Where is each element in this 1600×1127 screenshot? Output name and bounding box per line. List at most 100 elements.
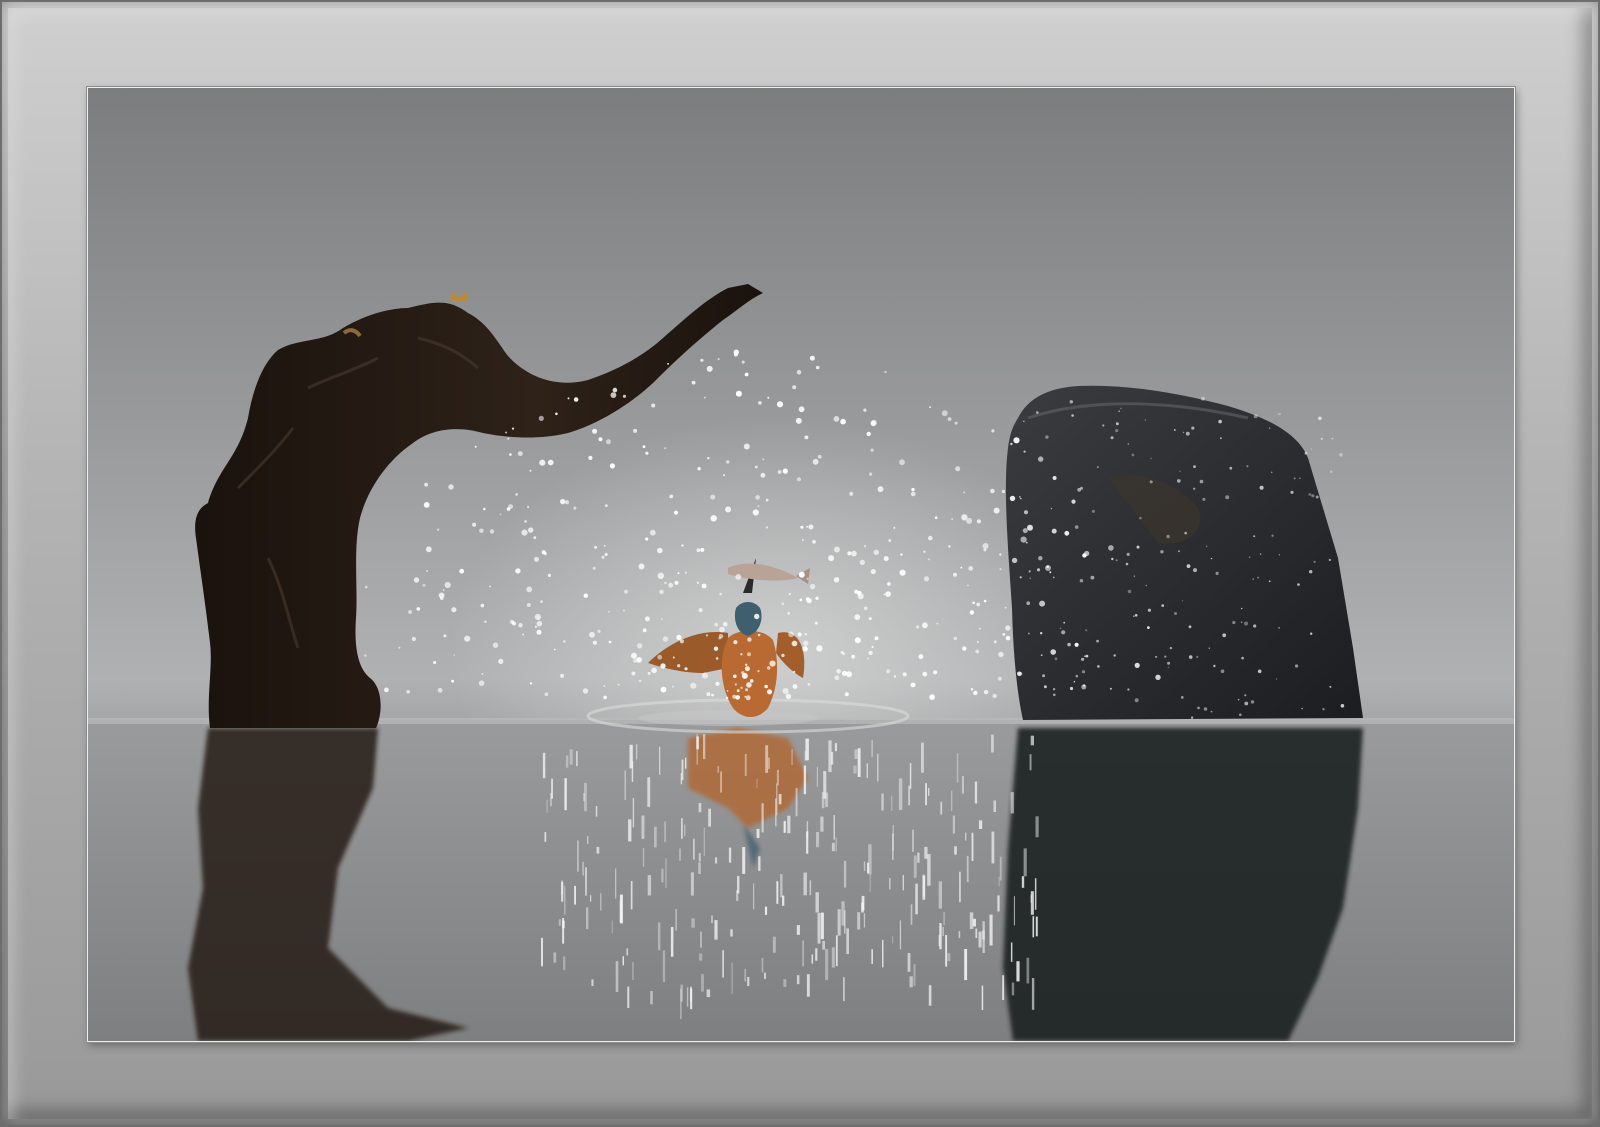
rock-droplet (1080, 486, 1083, 490)
droplet (573, 397, 579, 402)
rock-droplet (1045, 435, 1049, 439)
rock-droplet (1253, 414, 1258, 419)
rock-droplet (1246, 465, 1249, 468)
rock-droplet (1024, 510, 1028, 515)
rock-droplet (1050, 507, 1053, 510)
rock-droplet (1197, 706, 1200, 710)
droplet (884, 370, 887, 374)
sparkle-streak (961, 776, 964, 794)
sparkle-streak (846, 928, 849, 955)
droplet (762, 458, 765, 461)
droplet (582, 688, 589, 694)
sparkle-streak (889, 878, 891, 890)
rock-droplet (1127, 688, 1130, 691)
sparkle-streak (815, 892, 819, 913)
droplet (664, 447, 667, 450)
droplet (998, 651, 1004, 658)
sparkle-streak (942, 926, 944, 937)
droplet (622, 394, 627, 398)
droplet (812, 540, 816, 544)
droplet (664, 581, 667, 585)
droplet (867, 657, 869, 660)
sparkle-streak (585, 867, 587, 896)
sparkle-streak (744, 968, 747, 982)
droplet (874, 636, 879, 641)
sparkle-streak (902, 875, 904, 891)
droplet (947, 417, 952, 421)
droplet (704, 396, 706, 399)
sparkle-streak (881, 793, 884, 811)
sparkle-streak (583, 793, 585, 802)
sparkle-streak (582, 861, 585, 876)
droplet (715, 657, 719, 660)
sparkle-streak (611, 920, 613, 934)
droplet (929, 694, 935, 700)
sparkle-streak (907, 953, 911, 972)
droplet (661, 618, 663, 620)
droplet (976, 519, 982, 524)
droplet (553, 648, 556, 651)
rock-droplet (1109, 687, 1112, 690)
sparkle-streak (981, 985, 984, 1010)
rock-droplet (1310, 632, 1313, 635)
rock-droplet (1149, 480, 1153, 484)
sparkle-streak (550, 793, 552, 807)
sparkle-streak (753, 883, 755, 910)
sparkle-streak (622, 956, 624, 966)
rock-droplet (1199, 479, 1204, 484)
droplet (999, 553, 1002, 556)
droplet (481, 673, 484, 675)
sparkle-streak (595, 806, 598, 817)
sparkle-streak (693, 838, 695, 860)
rock-droplet (1155, 655, 1158, 658)
droplet (870, 419, 877, 426)
droplet (726, 690, 729, 692)
rock-droplet (1136, 545, 1140, 549)
sparkle-streak (553, 952, 557, 963)
droplet (464, 635, 471, 642)
droplet (1038, 556, 1043, 561)
droplet (555, 412, 558, 416)
sparkle-streak (833, 815, 835, 840)
droplet (733, 640, 738, 645)
droplet (592, 428, 598, 434)
droplet (797, 632, 802, 637)
droplet (806, 525, 808, 528)
sparkle-streak (731, 962, 733, 995)
droplet (651, 667, 657, 674)
rock-droplet (1185, 431, 1190, 436)
droplet (841, 670, 848, 676)
droplet (963, 491, 966, 494)
sparkle-streak (744, 754, 747, 776)
droplet (472, 522, 477, 527)
droplet (747, 652, 751, 657)
sparkle-streak (722, 950, 724, 978)
rock-droplet (1110, 436, 1114, 440)
sparkle-streak (565, 755, 569, 768)
droplet (758, 401, 762, 405)
rock-droplet (1120, 407, 1122, 410)
droplet (534, 556, 539, 562)
sparkle-streak (544, 832, 547, 842)
droplet (976, 641, 979, 643)
droplet (936, 622, 939, 625)
droplet (423, 502, 430, 508)
sparkle-streak (802, 940, 804, 967)
droplet (717, 358, 720, 361)
droplet (492, 642, 499, 648)
sparkle-streak (915, 883, 918, 915)
sparkle-streak (681, 818, 683, 839)
droplet (536, 629, 542, 635)
sparkle-streak (843, 977, 845, 1002)
rock-droplet (1167, 666, 1170, 669)
sparkle-streak (675, 909, 677, 931)
rock-droplet (1240, 607, 1243, 610)
droplet (1061, 630, 1066, 635)
droplet (1022, 528, 1028, 534)
sparkle-streak (1010, 942, 1013, 962)
droplet (719, 626, 725, 633)
droplet (911, 487, 915, 492)
droplet (667, 363, 669, 365)
rock-droplet (1268, 580, 1271, 583)
droplet (733, 349, 739, 355)
